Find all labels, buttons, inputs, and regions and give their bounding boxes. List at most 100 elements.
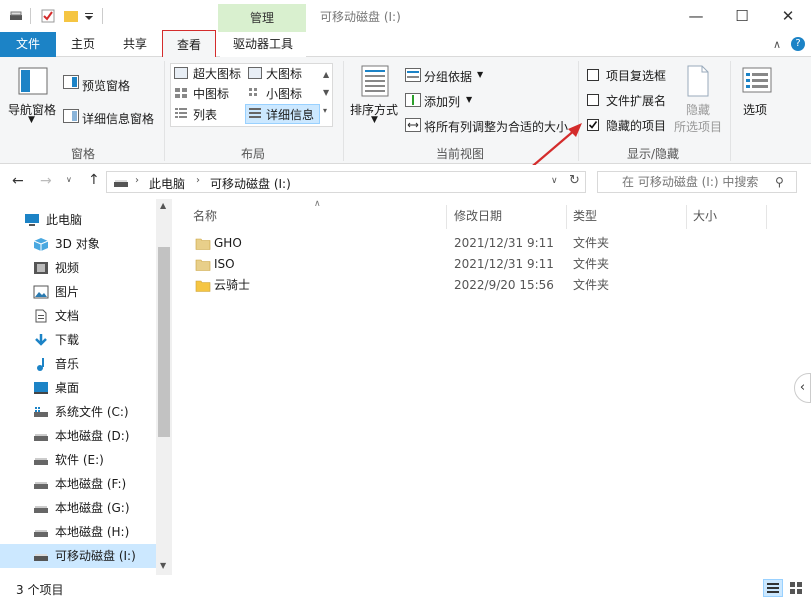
sidebar-item[interactable]: 桌面	[0, 376, 156, 400]
layout-details[interactable]: 详细信息	[266, 106, 314, 123]
sidebar-item-label: 可移动磁盘 (I:)	[55, 549, 136, 563]
drive-icon	[34, 458, 48, 465]
navigation-bar: ← → ∨ ↑ › 此电脑 › 可移动磁盘 (I:) ∨ ↻ 在 可移动磁盘 (…	[0, 165, 811, 199]
tab-drive-tools[interactable]: 驱动器工具	[220, 32, 306, 57]
column-header-type[interactable]: 类型	[573, 207, 597, 224]
column-header-name[interactable]: 名称	[193, 207, 217, 224]
customize-toolbar-icon[interactable]	[84, 8, 94, 24]
column-header-date[interactable]: 修改日期	[454, 207, 502, 224]
file-extensions-checkbox[interactable]	[587, 94, 599, 106]
tab-share[interactable]: 共享	[112, 32, 158, 57]
details-icon	[249, 108, 261, 118]
properties-icon[interactable]	[40, 8, 56, 24]
item-checkboxes-checkbox[interactable]	[587, 69, 599, 81]
column-header-size[interactable]: 大小	[693, 207, 717, 224]
sidebar-item[interactable]: 本地磁盘 (D:)	[0, 424, 156, 448]
minimize-button[interactable]: —	[673, 0, 719, 32]
layout-large[interactable]: 大图标	[266, 65, 302, 82]
address-dropdown-icon[interactable]: ∨	[551, 176, 558, 186]
close-button[interactable]: ✕	[765, 0, 811, 32]
details-view-toggle[interactable]	[763, 579, 783, 597]
scroll-down-icon[interactable]: ▼	[160, 561, 166, 570]
sidebar-item[interactable]: 软件 (E:)	[0, 448, 156, 472]
details-pane-icon	[63, 109, 79, 123]
add-column-dropdown-icon[interactable]: ▼	[466, 95, 472, 104]
search-icon[interactable]: ⚲	[775, 175, 784, 189]
layout-list[interactable]: 列表	[193, 106, 217, 123]
hidden-items-label[interactable]: 隐藏的项目	[606, 117, 666, 134]
item-checkboxes-label[interactable]: 项目复选框	[606, 67, 666, 84]
breadcrumb-this-pc[interactable]: 此电脑	[149, 175, 185, 192]
sidebar-item[interactable]: 下载	[0, 328, 156, 352]
navigation-pane-icon	[18, 67, 48, 95]
breadcrumb-separator-icon: ›	[135, 175, 139, 186]
layout-medium[interactable]: 中图标	[193, 85, 229, 102]
tab-file[interactable]: 文件	[0, 32, 56, 57]
sort-by-dropdown-icon[interactable]: ▼	[371, 115, 378, 125]
options-button[interactable]: 选项	[743, 101, 767, 118]
sidebar-item[interactable]: 系统文件 (C:)	[0, 400, 156, 424]
file-type: 文件夹	[573, 257, 610, 271]
sidebar-scroll-thumb[interactable]	[158, 247, 170, 437]
table-row[interactable]: ISO 2021/12/31 9:11 文件夹	[172, 254, 772, 275]
sidebar-item[interactable]: 本地磁盘 (G:)	[0, 496, 156, 520]
preview-pane-button[interactable]: 预览窗格	[82, 77, 130, 94]
folder-icon	[195, 238, 211, 250]
tab-home[interactable]: 主页	[60, 32, 106, 57]
details-pane-button[interactable]: 详细信息窗格	[82, 110, 154, 127]
sort-ascending-icon: ∧	[314, 199, 321, 209]
add-columns-button[interactable]: 添加列	[424, 93, 460, 110]
sidebar-item[interactable]: 视频	[0, 256, 156, 280]
hidden-items-checkbox[interactable]	[587, 119, 599, 131]
hide-selected-button[interactable]: 隐藏	[686, 101, 710, 118]
back-arrow-icon[interactable]: ←	[12, 173, 24, 189]
drive-icon	[114, 180, 128, 187]
table-row[interactable]: GHO 2021/12/31 9:11 文件夹	[172, 233, 772, 254]
side-expand-chevron-icon[interactable]: ‹	[794, 373, 811, 403]
file-extensions-label[interactable]: 文件扩展名	[606, 92, 666, 109]
manage-contextual-tab[interactable]: 管理	[218, 4, 306, 32]
search-input[interactable]: 在 可移动磁盘 (I:) 中搜索	[597, 171, 797, 193]
new-folder-icon[interactable]	[63, 8, 79, 24]
up-arrow-icon[interactable]: ↑	[88, 172, 100, 188]
hide-selected-button-line2[interactable]: 所选项目	[674, 118, 722, 135]
group-by-dropdown-icon[interactable]: ▼	[477, 70, 483, 79]
table-row[interactable]: 云骑士 2022/9/20 15:56 文件夹	[172, 275, 772, 296]
nav-pane-dropdown-icon[interactable]: ▼	[28, 115, 35, 125]
sidebar-item[interactable]: 图片	[0, 280, 156, 304]
extra-large-icons-icon	[174, 67, 188, 79]
layout-scroll-icon[interactable]: ▲ ▼ ▾	[323, 66, 329, 120]
sidebar-item[interactable]: 本地磁盘 (H:)	[0, 520, 156, 544]
sidebar-item[interactable]: 音乐	[0, 352, 156, 376]
address-bar[interactable]: › 此电脑 › 可移动磁盘 (I:) ∨ ↻	[106, 171, 586, 193]
help-icon[interactable]: ?	[791, 37, 805, 51]
tab-view[interactable]: 查看	[162, 30, 216, 58]
collapse-ribbon-icon[interactable]: ∧	[773, 38, 781, 51]
forward-arrow-icon[interactable]: →	[40, 173, 52, 189]
sidebar-item[interactable]: 文档	[0, 304, 156, 328]
sidebar-scrollbar[interactable]: ▲ ▼	[156, 199, 172, 575]
maximize-button[interactable]: ☐	[719, 0, 765, 32]
checkmark-icon	[588, 121, 598, 129]
sidebar-item[interactable]: 3D 对象	[0, 232, 156, 256]
recent-locations-icon[interactable]: ∨	[66, 175, 72, 184]
video-icon	[34, 262, 48, 274]
folder-icon	[195, 280, 211, 292]
title-bar: 管理 可移动磁盘 (I:) — ☐ ✕	[0, 0, 811, 32]
layout-extra-large[interactable]: 超大图标	[193, 65, 241, 82]
sidebar-item-label: 软件 (E:)	[55, 453, 104, 467]
refresh-icon[interactable]: ↻	[569, 173, 580, 188]
scroll-up-icon[interactable]: ▲	[160, 201, 166, 210]
breadcrumb-current-drive[interactable]: 可移动磁盘 (I:)	[210, 175, 291, 192]
file-date: 2022/9/20 15:56	[454, 278, 554, 292]
sidebar-item[interactable]: 可移动磁盘 (I:)	[0, 544, 156, 568]
sidebar-item[interactable]: 本地磁盘 (F:)	[0, 472, 156, 496]
group-by-button[interactable]: 分组依据	[424, 68, 472, 85]
system-drive-icon	[34, 407, 48, 417]
fit-columns-icon	[405, 118, 421, 132]
layout-small[interactable]: 小图标	[266, 85, 302, 102]
sidebar-item[interactable]: 此电脑	[0, 208, 156, 232]
file-type: 文件夹	[573, 236, 610, 250]
large-icons-view-toggle[interactable]	[786, 579, 806, 597]
picture-icon	[33, 285, 49, 299]
